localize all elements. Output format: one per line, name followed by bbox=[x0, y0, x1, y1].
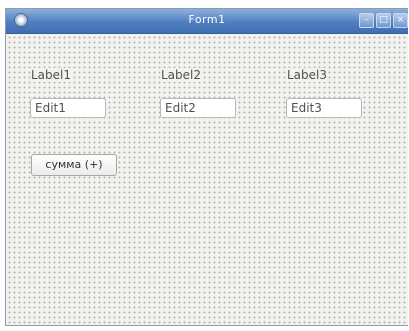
sum-button[interactable]: сумма (+) bbox=[31, 154, 117, 176]
edit-2[interactable]: Edit2 bbox=[160, 98, 236, 118]
label-3[interactable]: Label3 bbox=[287, 68, 328, 82]
form-client-area[interactable]: Label1 Label2 Label3 Edit1 Edit2 Edit3 с… bbox=[6, 34, 408, 325]
close-icon[interactable]: × bbox=[393, 13, 408, 28]
label-2[interactable]: Label2 bbox=[161, 68, 202, 82]
label-1[interactable]: Label1 bbox=[31, 68, 72, 82]
form-window: Form1 – □ × Label1 Label2 Label3 Edit1 E… bbox=[5, 8, 408, 326]
maximize-icon[interactable]: □ bbox=[376, 13, 391, 28]
window-controls: – □ × bbox=[359, 13, 408, 28]
window-title: Form1 bbox=[188, 13, 226, 26]
edit-3[interactable]: Edit3 bbox=[286, 98, 362, 118]
edit-1[interactable]: Edit1 bbox=[30, 98, 106, 118]
title-bar[interactable]: Form1 – □ × bbox=[6, 9, 408, 34]
minimize-icon[interactable]: – bbox=[359, 13, 374, 28]
